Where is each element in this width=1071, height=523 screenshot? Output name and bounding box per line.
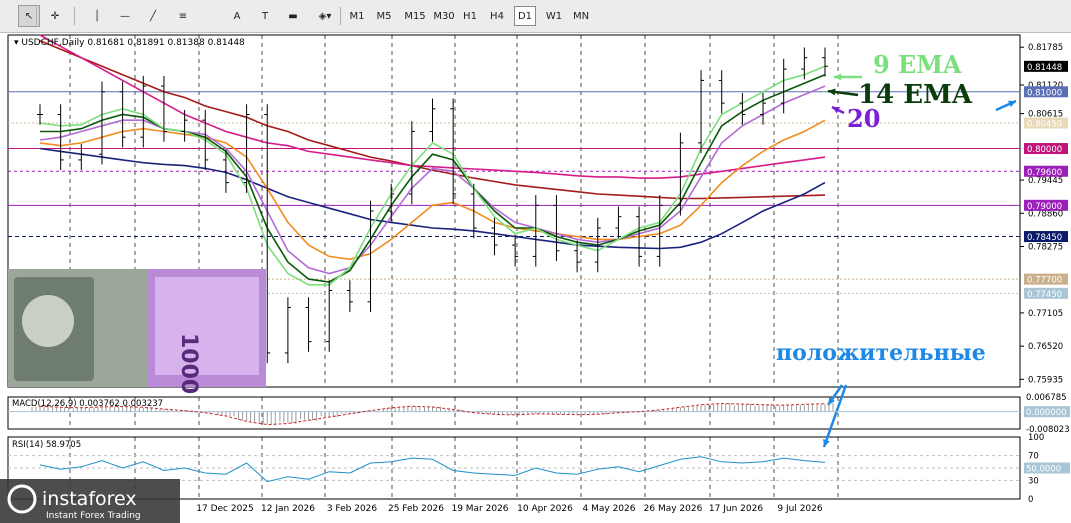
chart-toolbar: ↖ ✛ │ — ╱ ≡ A T ▬ ◈▾ M1 M5 M15 M30 H1 H4 D1 W1 MN [0,0,1071,33]
x-tick-label: 4 May 2026 [583,504,636,514]
franc-denomination: 1000 [176,333,201,394]
price-tag-label: 0.81000 [1027,88,1062,98]
horizontal-line-icon[interactable]: — [114,5,136,27]
shapes-menu-icon[interactable]: ◈▾ [314,5,336,27]
y-tick-label: 0.81785 [1028,43,1063,53]
fibonacci-icon[interactable]: ≡ [172,5,194,27]
price-tag-label: 0.77450 [1027,290,1062,300]
x-tick-label: 25 Feb 2026 [388,504,444,514]
timeframe-h1[interactable]: H1 [460,6,480,26]
price-tag-label: 0.77700 [1027,276,1062,286]
macd-tick-label: 0.000000 [1026,408,1067,418]
y-tick-label: 0.77105 [1028,309,1063,319]
rsi-header: RSI(14) 58.9705 [12,440,81,450]
price-tag-label: 0.81448 [1027,63,1062,73]
x-tick-label: 19 Mar 2026 [451,504,508,514]
macd-tick-label: 0.006785 [1026,393,1067,403]
rsi-tick-label: 30 [1028,476,1039,486]
timeframe-m1[interactable]: M1 [346,6,368,26]
timeframe-h4[interactable]: H4 [487,6,507,26]
rsi-tick-label: 100 [1028,433,1044,443]
portrait-face [22,295,74,347]
franc-pattern [155,277,259,375]
price-tag-label: 0.78450 [1027,233,1062,243]
chart-symbol-header: ▾ USDCHF,Daily 0.81681 0.81891 0.81388 0… [14,38,245,48]
timeframe-w1[interactable]: W1 [543,6,565,26]
y-tick-label: 0.78275 [1028,242,1063,252]
watermark-brand: instaforex [42,488,137,510]
timeframe-mn[interactable]: MN [570,6,592,26]
rectangle-icon[interactable]: ▬ [282,5,304,27]
toolbar-separator [74,7,75,25]
price-tag-label: 0.79000 [1027,202,1062,212]
x-tick-label: 12 Jan 2026 [261,504,315,514]
price-tag-label: 0.80000 [1027,145,1062,155]
rsi-tick-label: 50.0000 [1026,465,1061,475]
watermark-tagline: Instant Forex Trading [46,511,141,521]
trendline-icon[interactable]: ╱ [142,5,164,27]
ema9-annotation: 9 EMA [873,50,962,79]
price-tag-label: 0.80450 [1027,120,1062,130]
x-tick-label: 9 Jul 2026 [777,504,822,514]
ema20-annotation: 20 [847,104,880,133]
positive-annotation: положительные [776,340,986,366]
rsi-tick-label: 70 [1028,452,1039,462]
text-label-icon[interactable]: T [254,5,276,27]
text-icon[interactable]: A [226,5,248,27]
timeframe-m30[interactable]: M30 [430,6,458,26]
x-tick-label: 10 Apr 2026 [517,504,573,514]
toolbar-separator [36,7,37,25]
x-tick-label: 26 May 2026 [644,504,703,514]
y-tick-label: 0.75935 [1028,375,1063,385]
rsi-tick-label: 0 [1028,495,1033,505]
x-tick-label: 17 Jun 2026 [709,504,763,514]
x-tick-label: 17 Dec 2025 [196,504,254,514]
toolbar-separator [340,7,341,25]
x-tick-label: 3 Feb 2026 [327,504,378,514]
timeframe-m5[interactable]: M5 [373,6,395,26]
vertical-line-icon[interactable]: │ [86,5,108,27]
timeframe-m15[interactable]: M15 [401,6,429,26]
y-tick-label: 0.76520 [1028,342,1063,352]
crosshair-icon[interactable]: ✛ [44,5,66,27]
price-chart[interactable]: 17 Dec 2025 12 Jan 2026 3 Feb 2026 25 Feb 2… [0,33,1071,523]
instaforex-watermark: instaforexInstant Forex Trading [0,479,180,523]
price-tag-label: 0.79600 [1027,168,1062,178]
banknote-image: 1000 [8,269,266,394]
timeframe-d1[interactable]: D1 [514,6,536,26]
